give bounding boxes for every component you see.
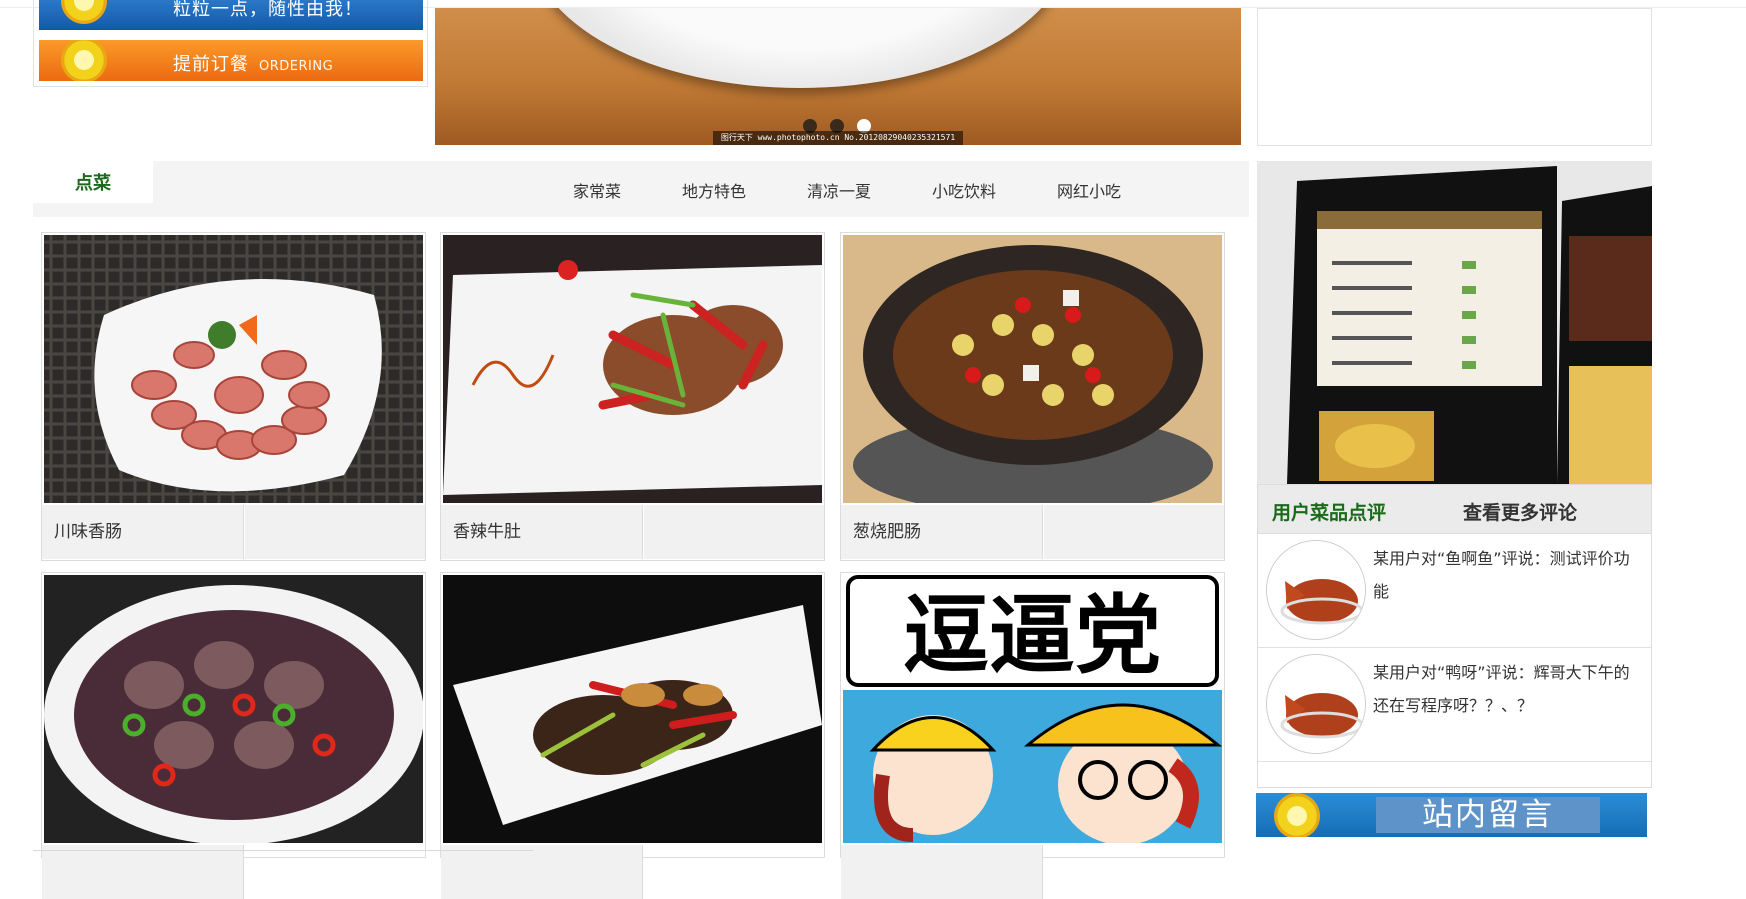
review-list: 某用户对“鱼啊鱼”评说：测试评价功能 某用户对“鸭呀”评说：辉哥大下午的还在写程… <box>1257 534 1652 788</box>
dish-name[interactable] <box>42 845 244 899</box>
category-summer[interactable]: 清凉一夏 <box>807 178 871 202</box>
tab-order-dishes[interactable]: 点菜 <box>33 161 153 203</box>
dish-avatar <box>1266 540 1366 640</box>
review-item[interactable]: 某用户对“鸭呀”评说：辉哥大下午的还在写程序呀？？、？ <box>1258 648 1651 762</box>
order-ahead-label: 提前订餐 <box>173 54 249 75</box>
dish-name[interactable]: 葱烧肥肠 <box>841 505 1043 559</box>
tablet-ordering-image <box>1257 161 1652 484</box>
order-ahead-en: ORDERING <box>259 59 334 74</box>
dish-photo[interactable] <box>44 575 423 843</box>
chef-clock-icon <box>61 0 107 24</box>
bottom-divider <box>33 850 533 851</box>
clock-icon <box>61 40 107 81</box>
review-text: 某用户对“鱼啊鱼”评说：测试评价功能 <box>1373 549 1630 601</box>
category-regional[interactable]: 地方特色 <box>682 178 746 202</box>
dish-name[interactable]: 川味香肠 <box>42 505 244 559</box>
left-banner-box: 粒粒一点，随性由我！ 提前订餐 ORDERING <box>33 0 428 87</box>
category-home-style[interactable]: 家常菜 <box>573 178 621 202</box>
dish-card[interactable]: 川味香肠 <box>41 232 426 561</box>
guestbook-label: 站内留言 <box>1376 797 1600 833</box>
dish-card[interactable] <box>440 572 825 899</box>
dish-photo[interactable] <box>44 235 423 503</box>
motto-banner[interactable]: 粒粒一点，随性由我！ <box>39 0 423 30</box>
category-trending-snacks[interactable]: 网红小吃 <box>1057 178 1121 202</box>
more-reviews-link[interactable]: 查看更多评论 <box>1463 498 1577 525</box>
dish-card[interactable] <box>41 572 426 899</box>
dish-photo[interactable] <box>443 575 822 843</box>
dish-photo[interactable] <box>443 235 822 503</box>
dish-name[interactable]: 香辣牛肚 <box>441 505 643 559</box>
plate-image <box>530 8 1070 88</box>
order-ahead-banner[interactable]: 提前订餐 ORDERING <box>39 40 423 81</box>
dish-name[interactable] <box>841 845 1043 899</box>
review-section-title: 用户菜品点评 <box>1272 502 1387 524</box>
category-snacks-drinks[interactable]: 小吃饮料 <box>932 178 996 202</box>
poster-title: 逗逼党 <box>903 586 1161 686</box>
review-header: 用户菜品点评 查看更多评论 <box>1257 484 1652 534</box>
dish-card[interactable]: 逗逼党 <box>840 572 1225 899</box>
right-top-box <box>1257 8 1652 146</box>
motto-text: 粒粒一点，随性由我！ <box>173 0 363 20</box>
dish-card[interactable]: 葱烧肥肠 <box>840 232 1225 561</box>
image-credit: 图行天下 www.photophoto.cn No.20120829040235… <box>713 131 963 145</box>
dish-name[interactable] <box>441 845 643 899</box>
dish-avatar <box>1266 654 1366 754</box>
guestbook-banner[interactable]: 站内留言 <box>1256 793 1647 837</box>
review-item[interactable]: 某用户对“鱼啊鱼”评说：测试评价功能 <box>1258 534 1651 648</box>
dish-photo[interactable] <box>843 235 1222 503</box>
hero-carousel[interactable]: 图行天下 www.photophoto.cn No.20120829040235… <box>435 8 1241 145</box>
dish-card[interactable]: 香辣牛肚 <box>440 232 825 561</box>
chef-clock-icon <box>1274 793 1320 837</box>
dish-photo[interactable]: 逗逼党 <box>843 575 1222 843</box>
review-text: 某用户对“鸭呀”评说：辉哥大下午的还在写程序呀？？、？ <box>1373 663 1630 715</box>
